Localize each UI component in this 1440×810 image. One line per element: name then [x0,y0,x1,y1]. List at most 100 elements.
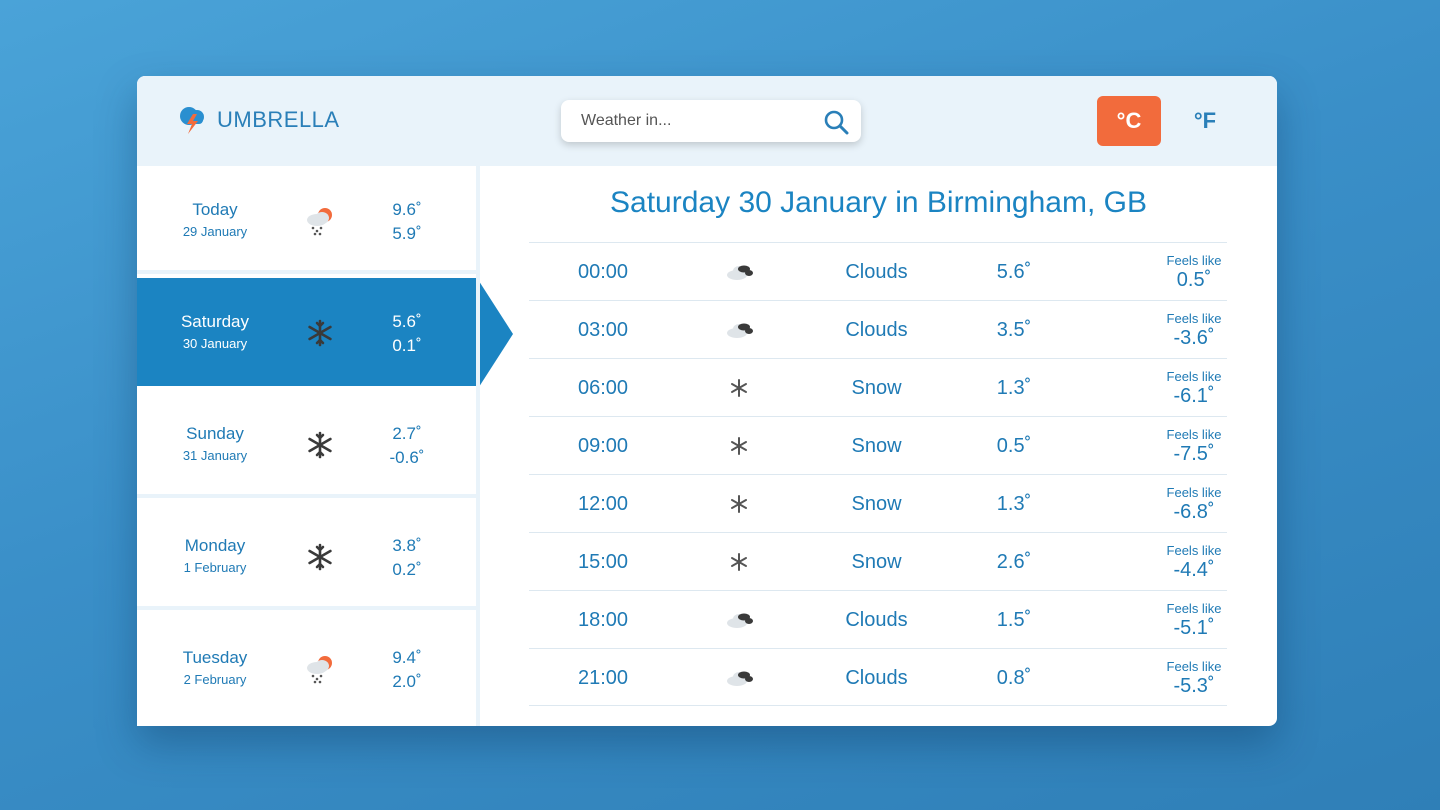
row-description: Snow [851,435,902,457]
day-high-temp: 3.8˚ [392,536,422,555]
feels-like-label: Feels like [1166,369,1222,384]
logo-text: UMBRELLA [217,107,340,132]
umbrella-logo-icon [180,107,204,134]
day-name: Today [192,200,238,219]
forecast-row: 09:00 Snow 0.5˚ Feels like -7.5˚ [529,416,1227,474]
row-time: 15:00 [577,551,629,573]
feels-like-value: -3.6˚ [1173,327,1215,349]
logo[interactable]: UMBRELLA [175,102,340,138]
fahrenheit-button[interactable]: °F [1173,96,1237,146]
row-temperature: 0.5˚ [996,435,1032,457]
snow-icon [731,495,747,513]
row-time: 12:00 [577,493,629,515]
feels-like-label: Feels like [1166,427,1222,442]
row-description: Clouds [845,609,908,631]
search-icon[interactable] [823,109,849,135]
row-description: Clouds [845,319,908,341]
day-high-temp: 9.4˚ [392,648,422,667]
day-high-temp: 2.7˚ [392,424,422,443]
clouds-icon [727,265,753,280]
day-list: Today 29 January 9.6˚ 5.9˚ Saturday 30 J… [137,166,513,726]
row-time: 03:00 [577,319,629,341]
celsius-button[interactable]: °C [1097,96,1161,146]
forecast-row: 00:00 Clouds 5.6˚ Feels like 0.5˚ [529,242,1227,300]
snow-icon [731,553,747,571]
snowflake-icon [308,543,332,571]
active-day-arrow [477,278,513,390]
snow-icon [731,379,747,397]
row-description: Snow [851,551,902,573]
row-description: Snow [851,377,902,399]
sidebar-divider [476,166,480,726]
page-title: Saturday 30 January in Birmingham, GB [610,186,1147,219]
row-time: 00:00 [577,261,629,283]
search-box [561,100,861,142]
day-low-temp: 2.0˚ [392,672,422,691]
day-high-temp: 5.6˚ [392,312,422,331]
row-temperature: 3.5˚ [996,319,1032,341]
clouds-icon [727,671,753,686]
feels-like-label: Feels like [1166,485,1222,500]
day-low-temp: 0.1˚ [392,336,422,355]
day-name: Monday [184,536,246,555]
day-date: 29 January [182,224,248,239]
row-time: 09:00 [577,435,629,457]
row-temperature: 1.5˚ [996,609,1032,631]
snow-icon [731,437,747,455]
row-temperature: 5.6˚ [996,261,1032,283]
feels-like-value: -7.5˚ [1173,443,1215,465]
forecast-row: 15:00 Snow 2.6˚ Feels like -4.4˚ [529,532,1227,590]
day-low-temp: 0.2˚ [392,560,422,579]
row-temperature: 2.6˚ [996,551,1032,573]
forecast-row: 03:00 Clouds 3.5˚ Feels like -3.6˚ [529,300,1227,358]
feels-like-value: 0.5˚ [1176,269,1212,291]
weather-app: UMBRELLA °C °F Today 29 January 9.6˚ [137,76,1277,726]
row-time: 06:00 [577,377,629,399]
header: UMBRELLA °C °F [137,76,1277,166]
forecast-row: 06:00 Snow 1.3˚ Feels like -6.1˚ [529,358,1227,416]
clouds-icon [727,323,753,338]
day-date: 1 February [183,560,247,575]
day-date: 30 January [182,336,248,351]
row-time: 18:00 [577,609,629,631]
row-time: 21:00 [577,667,629,689]
feels-like-label: Feels like [1166,543,1222,558]
feels-like-label: Feels like [1166,659,1222,674]
day-low-temp: 5.9˚ [392,224,422,243]
hourly-forecast-table: 00:00 Clouds 5.6˚ Feels like 0.5˚ 03:00 … [529,242,1227,706]
feels-like-label: Feels like [1166,253,1222,268]
row-description: Clouds [845,667,908,689]
day-item-monday[interactable]: Monday 1 February 3.8˚ 0.2˚ [137,502,477,610]
day-item-tuesday[interactable]: Tuesday 2 February 9.4˚ 2.0˚ [137,614,477,726]
day-date: 2 February [183,672,247,687]
snowflake-icon [308,431,332,459]
day-name: Tuesday [182,648,248,667]
row-temperature: 1.3˚ [996,493,1032,515]
snowflake-icon [308,319,332,347]
day-name: Saturday [180,312,250,331]
forecast-row: 12:00 Snow 1.3˚ Feels like -6.8˚ [529,474,1227,532]
day-item-saturday[interactable]: Saturday 30 January 5.6˚ 0.1˚ [137,278,513,390]
row-temperature: 1.3˚ [996,377,1032,399]
rain-sun-icon [307,656,332,684]
day-item-sunday[interactable]: Sunday 31 January 2.7˚ -0.6˚ [137,390,477,498]
feels-like-label: Feels like [1166,311,1222,326]
row-description: Clouds [845,261,908,283]
day-item-today[interactable]: Today 29 January 9.6˚ 5.9˚ [137,166,477,274]
feels-like-label: Feels like [1166,601,1222,616]
day-high-temp: 9.6˚ [392,200,422,219]
feels-like-value: -5.1˚ [1173,617,1215,639]
feels-like-value: -6.1˚ [1173,385,1215,407]
row-temperature: 0.8˚ [996,667,1032,689]
feels-like-value: -5.3˚ [1173,675,1215,697]
feels-like-value: -4.4˚ [1173,559,1215,581]
feels-like-value: -6.8˚ [1173,501,1215,523]
clouds-icon [727,613,753,628]
forecast-row: 18:00 Clouds 1.5˚ Feels like -5.1˚ [529,590,1227,648]
search-input[interactable] [561,100,811,142]
day-low-temp: -0.6˚ [389,448,425,467]
forecast-row: 21:00 Clouds 0.8˚ Feels like -5.3˚ [529,648,1227,706]
rain-sun-icon [307,208,332,236]
row-description: Snow [851,493,902,515]
day-date: 31 January [182,448,248,463]
